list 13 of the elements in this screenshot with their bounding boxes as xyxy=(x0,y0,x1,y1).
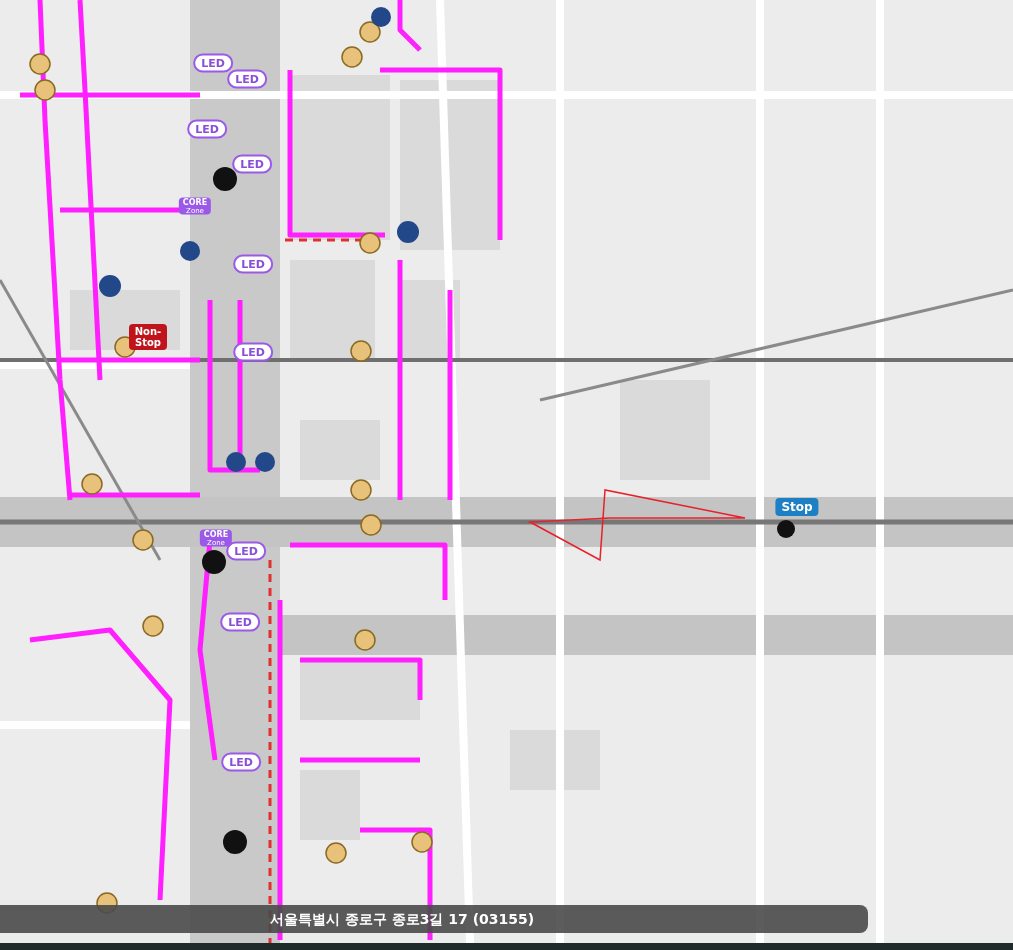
zone-label: CORE xyxy=(203,529,229,539)
led-badge[interactable]: LED xyxy=(193,53,233,73)
led-badge[interactable]: LED xyxy=(221,752,261,772)
led-badge[interactable]: LED xyxy=(187,119,227,139)
non-stop-badge[interactable]: Non-Stop xyxy=(129,324,167,350)
led-badge[interactable]: LED xyxy=(233,342,273,362)
led-badge[interactable]: LED xyxy=(227,69,267,89)
address-bar: 서울특별시 종로구 종로3길 17 (03155) xyxy=(0,905,868,933)
zone-label: CORE xyxy=(182,197,208,207)
led-badge[interactable]: LED xyxy=(232,154,272,174)
stop-badge[interactable]: Stop xyxy=(775,498,819,516)
led-badge[interactable]: LED xyxy=(220,612,260,632)
led-badge[interactable]: LED xyxy=(233,254,273,274)
